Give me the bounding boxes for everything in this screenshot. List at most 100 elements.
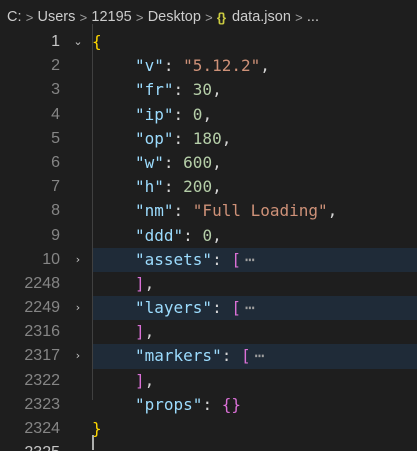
json-key: "ip" [135,104,174,124]
line-number: 3 [51,81,60,99]
code-line[interactable]: 6 "w": 600, [0,151,417,175]
json-key: "v" [135,56,164,76]
line-number: 7 [51,178,60,196]
code-text: "layers": [⋯ [135,298,255,318]
fold-collapsed-icon[interactable]: › [70,344,86,368]
folded-ellipsis-icon[interactable]: ⋯ [245,250,255,269]
breadcrumb-user-folder[interactable]: 12195 [91,9,131,25]
code-line[interactable]: 4 "ip": 0, [0,103,417,127]
gutter: 2325 [0,441,92,451]
line-number: 2317 [24,347,60,365]
breadcrumb: C: > Users > 12195 > Desktop > {} data.j… [0,0,417,34]
json-number-value: 200 [183,177,213,197]
gutter: 2322 [0,369,92,393]
bracket-open: [ [231,298,241,318]
line-number: 6 [51,153,60,171]
breadcrumb-desktop[interactable]: Desktop [148,9,201,25]
line-number: 2249 [24,299,60,317]
code-text: "ip": 0, [135,104,213,124]
breadcrumb-drive[interactable]: C: [7,9,22,25]
json-number-value: 0 [192,104,203,124]
line-number: 2322 [24,371,60,389]
json-key: "fr" [135,80,174,100]
code-text: "assets": [⋯ [135,249,255,269]
json-key: "w" [135,152,164,172]
line-number: 10 [42,250,60,268]
line-number: 2325 [24,441,60,451]
folded-ellipsis-icon[interactable]: ⋯ [255,346,265,365]
chevron-right-icon: > [25,9,34,25]
code-line[interactable]: 2248 ], [0,272,417,296]
line-number: 2248 [24,274,60,292]
gutter: 2248 [0,272,92,296]
json-key: "props" [135,394,203,414]
code-line[interactable]: 7 "h": 200, [0,175,417,199]
code-lines[interactable]: 1 ⌄ { 2 "v": "5.12.2", 3 "fr": 30, 4 "ip… [0,30,417,451]
json-number-value: 180 [192,128,222,148]
code-text: "w": 600, [135,152,222,172]
bracket-open: [ [240,346,251,366]
chevron-right-icon: > [295,9,303,25]
code-line[interactable]: 5 "op": 180, [0,127,417,151]
code-line[interactable]: 8 "nm": "Full Loading", [0,199,417,223]
code-text: "ddd": 0, [135,225,222,245]
code-text: "v": "5.12.2", [135,56,270,76]
breadcrumb-file[interactable]: data.json [232,9,291,25]
empty-object: {} [221,394,241,414]
line-number: 2316 [24,323,60,341]
fold-collapsed-icon[interactable]: › [70,296,86,320]
chevron-right-icon: > [205,9,213,25]
breadcrumb-symbols[interactable]: ... [307,9,319,25]
json-number-value: 0 [202,225,213,245]
line-number: 2324 [24,420,60,437]
code-line[interactable]: 2324 } [0,417,417,441]
gutter: 8 [0,199,92,223]
code-text: "op": 180, [135,128,232,148]
code-text: { [92,30,102,54]
code-line[interactable]: 2 "v": "5.12.2", [0,54,417,78]
folded-ellipsis-icon[interactable]: ⋯ [245,298,255,317]
chevron-right-icon: > [79,9,88,25]
breadcrumb-users[interactable]: Users [38,9,76,25]
code-line-current[interactable]: 2325 [0,441,417,451]
code-text: "nm": "Full Loading", [135,201,338,221]
bracket-open: [ [231,249,241,269]
code-text: "h": 200, [135,177,222,197]
json-number-value: 600 [183,152,213,172]
bracket-close: ] [135,322,145,342]
bracket-close: ] [135,370,145,390]
line-number: 8 [51,202,60,220]
code-text: "fr": 30, [135,80,222,100]
line-number: 9 [51,226,60,244]
gutter: 2317 › [0,344,92,369]
folded-code-line[interactable]: 2317 › "markers": [⋯ [0,344,417,369]
fold-collapsed-icon[interactable]: › [70,248,86,272]
gutter: 2249 › [0,296,92,321]
fold-expanded-icon[interactable]: ⌄ [70,30,86,54]
code-line[interactable]: 2323 "props": {} [0,393,417,417]
gutter: 9 [0,224,92,248]
json-key: "ddd" [135,225,184,245]
json-key: "assets" [135,249,213,269]
code-line[interactable]: 2316 ], [0,320,417,344]
text-cursor [92,435,94,450]
json-string-value: "Full Loading" [192,201,328,221]
code-editor[interactable]: C: > Users > 12195 > Desktop > {} data.j… [0,0,417,451]
folded-code-line[interactable]: 2249 › "layers": [⋯ [0,296,417,321]
folded-code-line[interactable]: 10 › "assets": [⋯ [0,247,417,272]
json-key: "nm" [135,201,174,221]
code-line[interactable]: 1 ⌄ { [0,30,417,54]
line-number: 5 [51,129,60,147]
line-number: 4 [51,105,60,123]
code-text: ], [135,370,155,390]
gutter: 3 [0,78,92,102]
code-text: ], [135,273,155,293]
code-line[interactable]: 3 "fr": 30, [0,78,417,102]
gutter: 10 › [0,247,92,272]
gutter: 6 [0,151,92,175]
line-number: 2323 [24,395,60,413]
code-line[interactable]: 2322 ], [0,369,417,393]
json-number-value: 30 [192,80,213,100]
code-line[interactable]: 9 "ddd": 0, [0,224,417,248]
line-number: 1 [51,33,60,50]
